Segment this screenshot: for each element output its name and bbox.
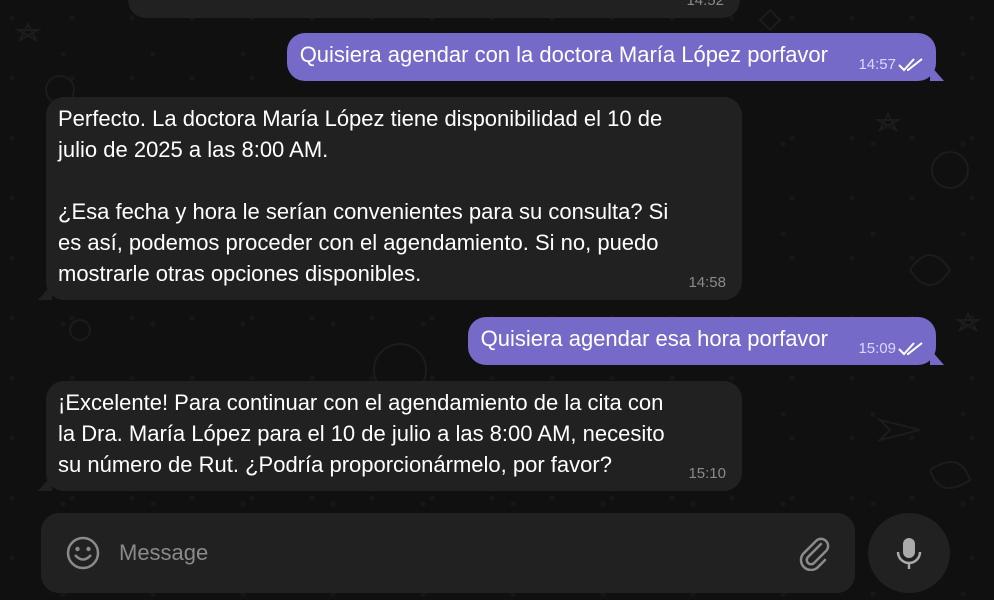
chat-background — [0, 0, 994, 600]
microphone-button[interactable] — [868, 513, 950, 593]
message-bubble-incoming[interactable]: ¡Excelente! Para continuar con el agenda… — [38, 381, 742, 491]
double-check-icon — [898, 342, 923, 356]
message-bubble-outgoing[interactable]: Quisiera agendar con la doctora María Ló… — [286, 33, 944, 81]
message-time: 14:58 — [688, 274, 726, 291]
message-time: 14:57 — [858, 56, 896, 73]
message-text: Quisiera agendar esa hora porfavor — [480, 326, 828, 351]
paperclip-icon[interactable] — [797, 535, 831, 571]
message-bubble-partial: 14:52 — [128, 0, 740, 18]
message-composer — [41, 513, 855, 593]
message-bubble-incoming[interactable]: Perfecto. La doctora María López tiene d… — [38, 97, 742, 300]
message-time: 15:09 — [858, 340, 896, 357]
message-bubble-outgoing[interactable]: Quisiera agendar esa hora porfavor 15:09 — [467, 317, 944, 365]
message-text: Quisiera agendar con la doctora María Ló… — [299, 42, 828, 67]
message-text: Perfecto. La doctora María López tiene d… — [58, 106, 669, 286]
message-input[interactable] — [119, 533, 779, 573]
smiley-face-icon[interactable] — [65, 535, 101, 571]
double-check-icon — [898, 58, 923, 72]
message-time: 15:10 — [688, 465, 726, 482]
microphone-icon — [896, 538, 922, 569]
message-time: 14:52 — [686, 0, 724, 9]
message-text: ¡Excelente! Para continuar con el agenda… — [58, 390, 665, 477]
